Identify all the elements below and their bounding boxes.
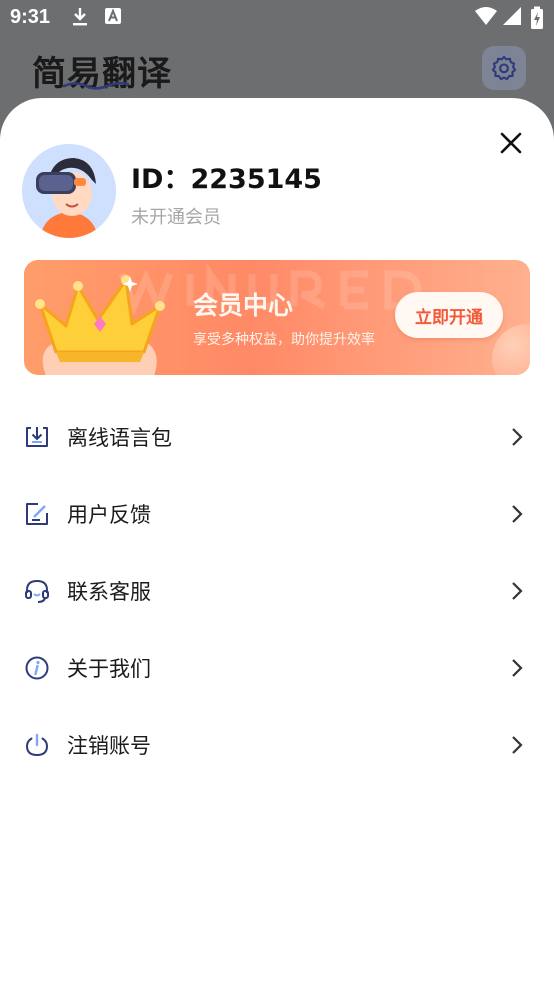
menu-label: 离线语言包 — [67, 426, 172, 450]
chevron-right-icon — [512, 428, 523, 446]
text-a-icon — [105, 8, 121, 24]
menu-label: 联系客服 — [67, 580, 151, 604]
chevron-right-icon — [512, 505, 523, 523]
menu-label: 关于我们 — [67, 657, 151, 681]
download-tray-icon — [26, 427, 48, 447]
info-icon — [25, 656, 49, 680]
signal-icon — [503, 7, 521, 25]
status-bar: 9:31 — [0, 0, 554, 36]
menu-label: 用户反馈 — [67, 503, 151, 527]
download-icon — [73, 8, 87, 26]
settings-button[interactable] — [482, 46, 526, 90]
edit-feedback-icon — [26, 503, 48, 525]
banner-title: 会员中心 — [193, 291, 294, 320]
power-icon — [25, 733, 49, 757]
vr-avatar-icon — [22, 144, 116, 238]
member-status: 未开通会员 — [131, 207, 221, 228]
chevron-right-icon — [512, 659, 523, 677]
user-id: ID：2235145 — [131, 164, 322, 195]
avatar[interactable] — [22, 144, 116, 238]
membership-banner[interactable]: 会员中心 享受多种权益，助你提升效率 立即开通 — [24, 260, 530, 375]
menu-label: 注销账号 — [67, 734, 151, 758]
menu-item-user-feedback[interactable]: 用户反馈 — [0, 483, 554, 543]
close-icon[interactable] — [496, 128, 526, 158]
activate-membership-button[interactable]: 立即开通 — [395, 292, 503, 338]
headset-icon — [25, 579, 49, 603]
banner-decoration — [492, 324, 530, 375]
menu-item-about-us[interactable]: 关于我们 — [0, 637, 554, 697]
title-underline-decoration — [62, 81, 130, 90]
banner-subtitle: 享受多种权益，助你提升效率 — [193, 332, 375, 348]
chevron-right-icon — [512, 582, 523, 600]
menu-item-contact-support[interactable]: 联系客服 — [0, 560, 554, 620]
battery-charging-icon — [531, 6, 543, 29]
chevron-right-icon — [512, 736, 523, 754]
menu-item-offline-language-pack[interactable]: 离线语言包 — [0, 406, 554, 466]
crown-icon — [35, 275, 165, 375]
wifi-icon — [475, 7, 497, 25]
status-time: 9:31 — [10, 6, 51, 28]
gear-icon — [491, 55, 517, 81]
menu-item-delete-account[interactable]: 注销账号 — [0, 714, 554, 774]
